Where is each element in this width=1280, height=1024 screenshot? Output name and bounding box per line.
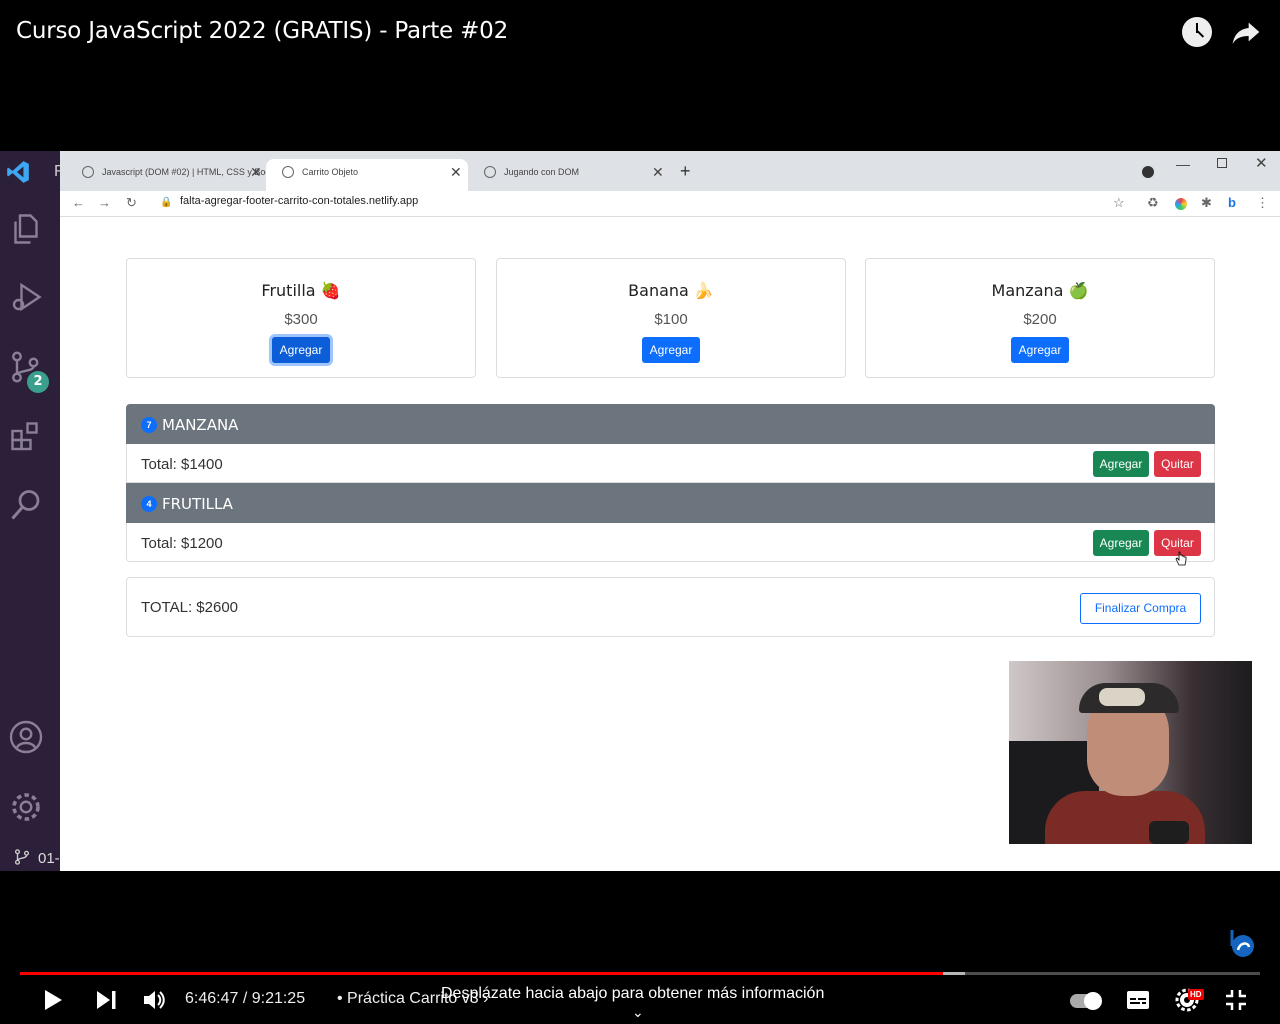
cart-remove-button[interactable]: Quitar: [1154, 451, 1201, 477]
globe-icon: [82, 166, 94, 178]
video-title: Curso JavaScript 2022 (GRATIS) - Parte #…: [16, 18, 509, 44]
chevron-down-icon[interactable]: ⌄: [632, 1004, 644, 1021]
product-price: $200: [1023, 311, 1057, 328]
minimize-icon[interactable]: —: [1176, 156, 1190, 172]
video-frame[interactable]: 2 01- F Javascript (DOM #02) | HTML, CSS…: [0, 151, 1280, 871]
quantity-badge: 7: [141, 417, 157, 433]
tab-close-icon[interactable]: ✕: [652, 159, 664, 185]
product-name: Manzana 🍏: [991, 281, 1089, 300]
vscode-activity-bar: 2 01-: [0, 151, 60, 871]
product-card: Manzana 🍏 $200 Agregar: [865, 258, 1215, 378]
forward-icon[interactable]: →: [98, 195, 111, 210]
cart-add-button[interactable]: Agregar: [1093, 451, 1149, 477]
branch-name[interactable]: 01-: [38, 850, 60, 867]
tab-dom-02[interactable]: Javascript (DOM #02) | HTML, CSS y Boo ✕: [66, 159, 266, 191]
cart-footer: TOTAL: $2600 Finalizar Compra: [126, 577, 1215, 637]
product-card: Banana 🍌 $100 Agregar: [496, 258, 846, 378]
timecode: 6:46:47 / 9:21:25: [185, 990, 306, 1007]
extensions-puzzle-icon[interactable]: ✱: [1201, 195, 1212, 211]
next-icon[interactable]: [96, 990, 118, 1010]
add-product-button[interactable]: Agregar: [272, 337, 330, 363]
hd-badge: HD: [1188, 989, 1204, 1000]
product-card: Frutilla 🍓 $300 Agregar: [126, 258, 476, 378]
autoplay-knob: [1084, 992, 1102, 1010]
subtitles-icon[interactable]: [1126, 990, 1150, 1010]
tab-carrito-objeto[interactable]: Carrito Objeto ✕: [266, 159, 468, 191]
tab-label: Javascript (DOM #02) | HTML, CSS y Boo: [102, 167, 266, 177]
tab-close-icon[interactable]: ✕: [250, 159, 262, 185]
cart-item-total: Total: $1400: [141, 456, 223, 473]
tab-close-icon[interactable]: ✕: [450, 159, 462, 185]
scroll-hint: Desplázate hacia abajo para obtener más …: [441, 985, 825, 1002]
browser-tab-strip: Javascript (DOM #02) | HTML, CSS y Boo ✕…: [60, 151, 1280, 191]
autoplay-toggle[interactable]: [1070, 992, 1102, 1010]
cart-item-header: 7 MANZANA: [126, 404, 1215, 444]
cart-item-total: Total: $1200: [141, 535, 223, 552]
hand-cursor-icon: [1175, 551, 1187, 566]
product-name: Frutilla 🍓: [261, 281, 341, 300]
channel-watermark-icon[interactable]: [1228, 928, 1258, 960]
product-price: $100: [654, 311, 688, 328]
scm-count-badge: 2: [27, 371, 49, 393]
grand-total: TOTAL: $2600: [141, 599, 239, 616]
browser-toolbar: ← → ↻ 🔒 falta-agregar-footer-carrito-con…: [60, 191, 1280, 217]
cart-item-name: MANZANA: [162, 416, 239, 434]
quantity-badge: 4: [141, 496, 157, 512]
extensions-icon[interactable]: [8, 419, 44, 455]
webcam-overlay: [1009, 661, 1252, 844]
lock-icon: 🔒: [160, 197, 173, 208]
files-icon[interactable]: [8, 211, 44, 247]
progress-played[interactable]: [20, 972, 943, 975]
git-branch-icon: [14, 849, 30, 865]
back-icon[interactable]: ←: [72, 195, 85, 210]
finalize-purchase-button[interactable]: Finalizar Compra: [1080, 593, 1201, 624]
vscode-logo-icon: [7, 161, 29, 183]
exit-fullscreen-icon[interactable]: [1225, 989, 1247, 1011]
settings-gear-icon[interactable]: [8, 789, 44, 825]
color-extension-icon[interactable]: [1175, 198, 1187, 210]
bookmark-star-icon[interactable]: ☆: [1113, 195, 1125, 211]
watch-later-icon[interactable]: [1182, 17, 1212, 47]
globe-icon: [484, 166, 496, 178]
progress-buffered: [943, 972, 965, 975]
maximize-icon[interactable]: [1217, 158, 1227, 168]
globe-icon: [282, 166, 294, 178]
more-menu-icon[interactable]: ⋮: [1256, 195, 1269, 211]
run-debug-icon[interactable]: [8, 279, 44, 315]
search-icon[interactable]: [8, 487, 44, 523]
product-name: Banana 🍌: [628, 281, 714, 300]
cart-item-name: FRUTILLA: [162, 495, 233, 513]
volume-icon[interactable]: [143, 989, 167, 1011]
tab-jugando-con-dom[interactable]: Jugando con DOM ✕: [468, 159, 668, 191]
address-bar[interactable]: falta-agregar-footer-carrito-con-totales…: [180, 195, 418, 207]
tab-label: Carrito Objeto: [302, 167, 359, 177]
recycle-extension-icon[interactable]: ♻: [1147, 195, 1159, 211]
tab-label: Jugando con DOM: [504, 167, 580, 177]
reload-icon[interactable]: ↻: [126, 195, 137, 211]
cart-item-body: Total: $1200 Agregar Quitar: [126, 523, 1215, 562]
cart-add-button[interactable]: Agregar: [1093, 530, 1149, 556]
cart-item-body: Total: $1400 Agregar Quitar: [126, 444, 1215, 483]
new-tab-button[interactable]: +: [680, 161, 691, 182]
share-icon[interactable]: [1230, 16, 1262, 48]
add-product-button[interactable]: Agregar: [1011, 337, 1069, 363]
close-window-icon[interactable]: ✕: [1255, 154, 1268, 172]
cart-item-header: 4 FRUTILLA: [126, 483, 1215, 523]
b-extension-icon[interactable]: b: [1228, 195, 1236, 210]
add-product-button[interactable]: Agregar: [642, 337, 700, 363]
profile-menu-icon[interactable]: [1142, 166, 1154, 178]
product-price: $300: [284, 311, 318, 328]
play-icon[interactable]: [40, 988, 64, 1012]
account-icon[interactable]: [8, 719, 44, 755]
